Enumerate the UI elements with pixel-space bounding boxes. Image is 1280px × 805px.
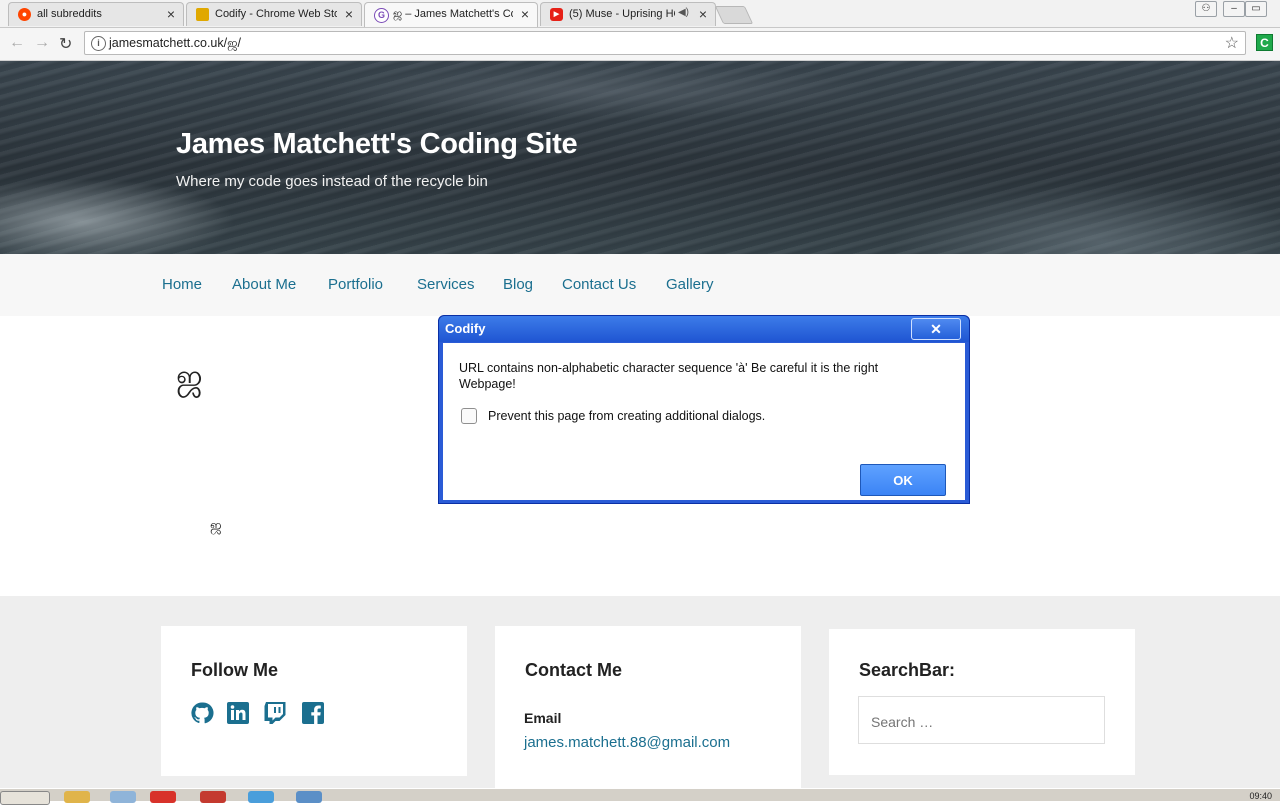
follow-me-widget: Follow Me [161,626,467,776]
tab-title: (5) Muse - Uprising HQ - [569,8,675,20]
dialog-message: URL contains non-alphabetic character se… [459,361,879,391]
nav-about-me[interactable]: About Me [232,276,296,293]
back-arrow-icon[interactable]: ← [9,34,25,52]
youtube-icon: ▶ [550,8,563,21]
address-bar[interactable]: i jamesmatchett.co.uk/ஜ/ ☆ [84,31,1246,55]
search-input[interactable] [869,713,1093,731]
nav-contact-us[interactable]: Contact Us [562,276,636,293]
site-icon: G [374,8,389,23]
prevent-dialogs-checkbox[interactable] [461,408,477,424]
twitch-icon[interactable] [263,701,287,725]
github-icon[interactable] [190,701,214,725]
dialog-title: Codify [445,321,486,336]
dialog-close-button[interactable]: ✕ [911,318,961,340]
site-header-banner: James Matchett's Coding Site Where my co… [0,61,1280,254]
site-title[interactable]: James Matchett's Coding Site [176,128,578,161]
tab-close-icon[interactable]: × [521,6,529,22]
browser-toolbar: ← → ↻ i jamesmatchett.co.uk/ஜ/ ☆ C [0,28,1280,61]
reload-icon[interactable]: ↻ [59,34,72,54]
page-heading: ஜ [176,358,203,394]
site-tagline: Where my code goes instead of the recycl… [176,173,488,190]
tab-title: ஜ – James Matchett's Codi [393,8,513,20]
speaker-icon[interactable]: ◀) [678,7,689,18]
tab-close-icon[interactable]: × [167,6,175,22]
email-label: Email [524,710,562,726]
forward-arrow-icon[interactable]: → [34,34,50,52]
site-navigation: Home About Me Portfolio Services Blog Co… [0,254,1280,316]
widget-heading: Follow Me [191,660,278,680]
chrome-taskbar-icon[interactable] [150,791,176,803]
tab-chrome-webstore[interactable]: Codify - Chrome Web Store × [186,2,362,26]
nav-portfolio[interactable]: Portfolio [328,276,383,293]
app-taskbar-icon[interactable] [200,791,226,803]
codify-extension-icon[interactable]: C [1256,34,1273,51]
nav-gallery[interactable]: Gallery [666,276,714,293]
tab-close-icon[interactable]: × [345,6,353,22]
nav-services[interactable]: Services [417,276,475,293]
browser-tab-strip: ● all subreddits × Codify - Chrome Web S… [0,0,1280,28]
prevent-dialogs-label[interactable]: Prevent this page from creating addition… [488,409,765,423]
ie-taskbar-icon[interactable] [248,791,274,803]
tab-current-site[interactable]: G ஜ – James Matchett's Codi × [364,2,538,27]
info-icon[interactable]: i [91,36,106,51]
tab-title: all subreddits [37,8,102,20]
facebook-icon[interactable] [301,701,325,725]
tab-title: Codify - Chrome Web Store [215,8,337,20]
widget-heading: Contact Me [525,660,623,680]
codify-alert-dialog: Codify ✕ URL contains non-alphabetic cha… [438,315,970,504]
tab-close-icon[interactable]: × [699,6,707,22]
bookmark-star-icon[interactable]: ☆ [1225,33,1239,53]
windows-taskbar: 09:40 [0,788,1280,805]
widget-heading: SearchBar: [859,660,956,680]
nav-blog[interactable]: Blog [503,276,533,293]
reddit-icon: ● [18,8,31,21]
profile-icon[interactable]: ⚇ [1195,1,1217,17]
dialog-titlebar[interactable]: Codify ✕ [439,316,969,342]
mail-icon[interactable] [110,791,136,803]
app2-taskbar-icon[interactable] [296,791,322,803]
footer-widgets: Follow Me Contact Me Email james.matchet… [0,596,1280,788]
minimize-button[interactable]: – [1223,1,1245,17]
start-button[interactable] [0,791,50,805]
tab-reddit[interactable]: ● all subreddits × [8,2,184,26]
contact-me-widget: Contact Me Email james.matchett.88@gmail… [495,626,801,788]
nav-home[interactable]: Home [162,276,202,293]
explorer-icon[interactable] [64,791,90,803]
restore-button[interactable]: ▭ [1245,1,1267,17]
page-content-text: ஜ [210,517,222,533]
email-link[interactable]: james.matchett.88@gmail.com [524,734,730,751]
linkedin-icon[interactable] [226,701,250,725]
chrome-webstore-icon [196,8,209,21]
tab-youtube[interactable]: ▶ (5) Muse - Uprising HQ - ◀) × [540,2,716,26]
searchbar-widget: SearchBar: [829,629,1135,775]
ok-button[interactable]: OK [860,464,946,496]
address-url[interactable]: jamesmatchett.co.uk/ஜ/ [109,36,241,52]
dialog-body: URL contains non-alphabetic character se… [443,343,965,500]
new-tab-button[interactable] [714,6,754,24]
search-box [858,696,1105,744]
